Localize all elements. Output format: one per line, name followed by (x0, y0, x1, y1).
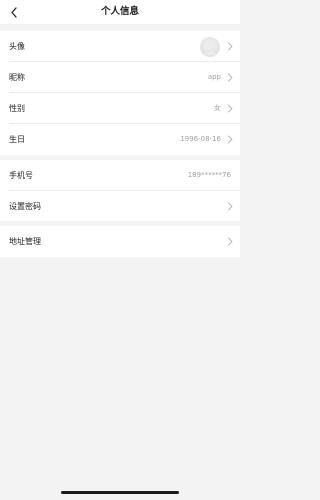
address-management-row[interactable]: 地址管理 (0, 226, 240, 257)
birthday-row[interactable]: 生日 1996-08-16 (0, 124, 240, 155)
chevron-right-icon (228, 73, 233, 82)
gender-row[interactable]: 性别 女 (0, 93, 240, 124)
nickname-value: app (207, 73, 221, 81)
birthday-value: 1996-08-16 (180, 135, 221, 143)
user-placeholder-icon (203, 41, 217, 55)
chevron-right-icon (228, 135, 233, 144)
gender-value: 女 (214, 104, 221, 112)
profile-section: 头像 昵称 app 性别 女 生日 1996-08-16 (0, 31, 240, 155)
chevron-right-icon (228, 104, 233, 113)
phone-row: 手机号 189******76 (0, 160, 240, 191)
gender-label: 性别 (9, 104, 25, 113)
phone-label: 手机号 (9, 171, 33, 180)
chevron-right-icon (228, 237, 233, 246)
nickname-label: 昵称 (9, 73, 25, 82)
home-indicator (61, 491, 179, 494)
phone-value: 189******76 (187, 171, 231, 179)
avatar-row[interactable]: 头像 (0, 31, 240, 62)
chevron-right-icon (228, 202, 233, 211)
account-section: 手机号 189******76 设置密码 (0, 160, 240, 221)
page-title: 个人信息 (100, 6, 139, 17)
avatar-label: 头像 (9, 42, 25, 51)
avatar[interactable] (200, 37, 220, 57)
birthday-label: 生日 (9, 135, 25, 144)
set-password-row[interactable]: 设置密码 (0, 191, 240, 222)
address-management-label: 地址管理 (9, 237, 41, 246)
chevron-right-icon (228, 42, 233, 51)
address-section: 地址管理 (0, 226, 240, 257)
nav-bar: 个人信息 (0, 0, 240, 24)
set-password-label: 设置密码 (9, 202, 41, 211)
nickname-row[interactable]: 昵称 app (0, 62, 240, 93)
